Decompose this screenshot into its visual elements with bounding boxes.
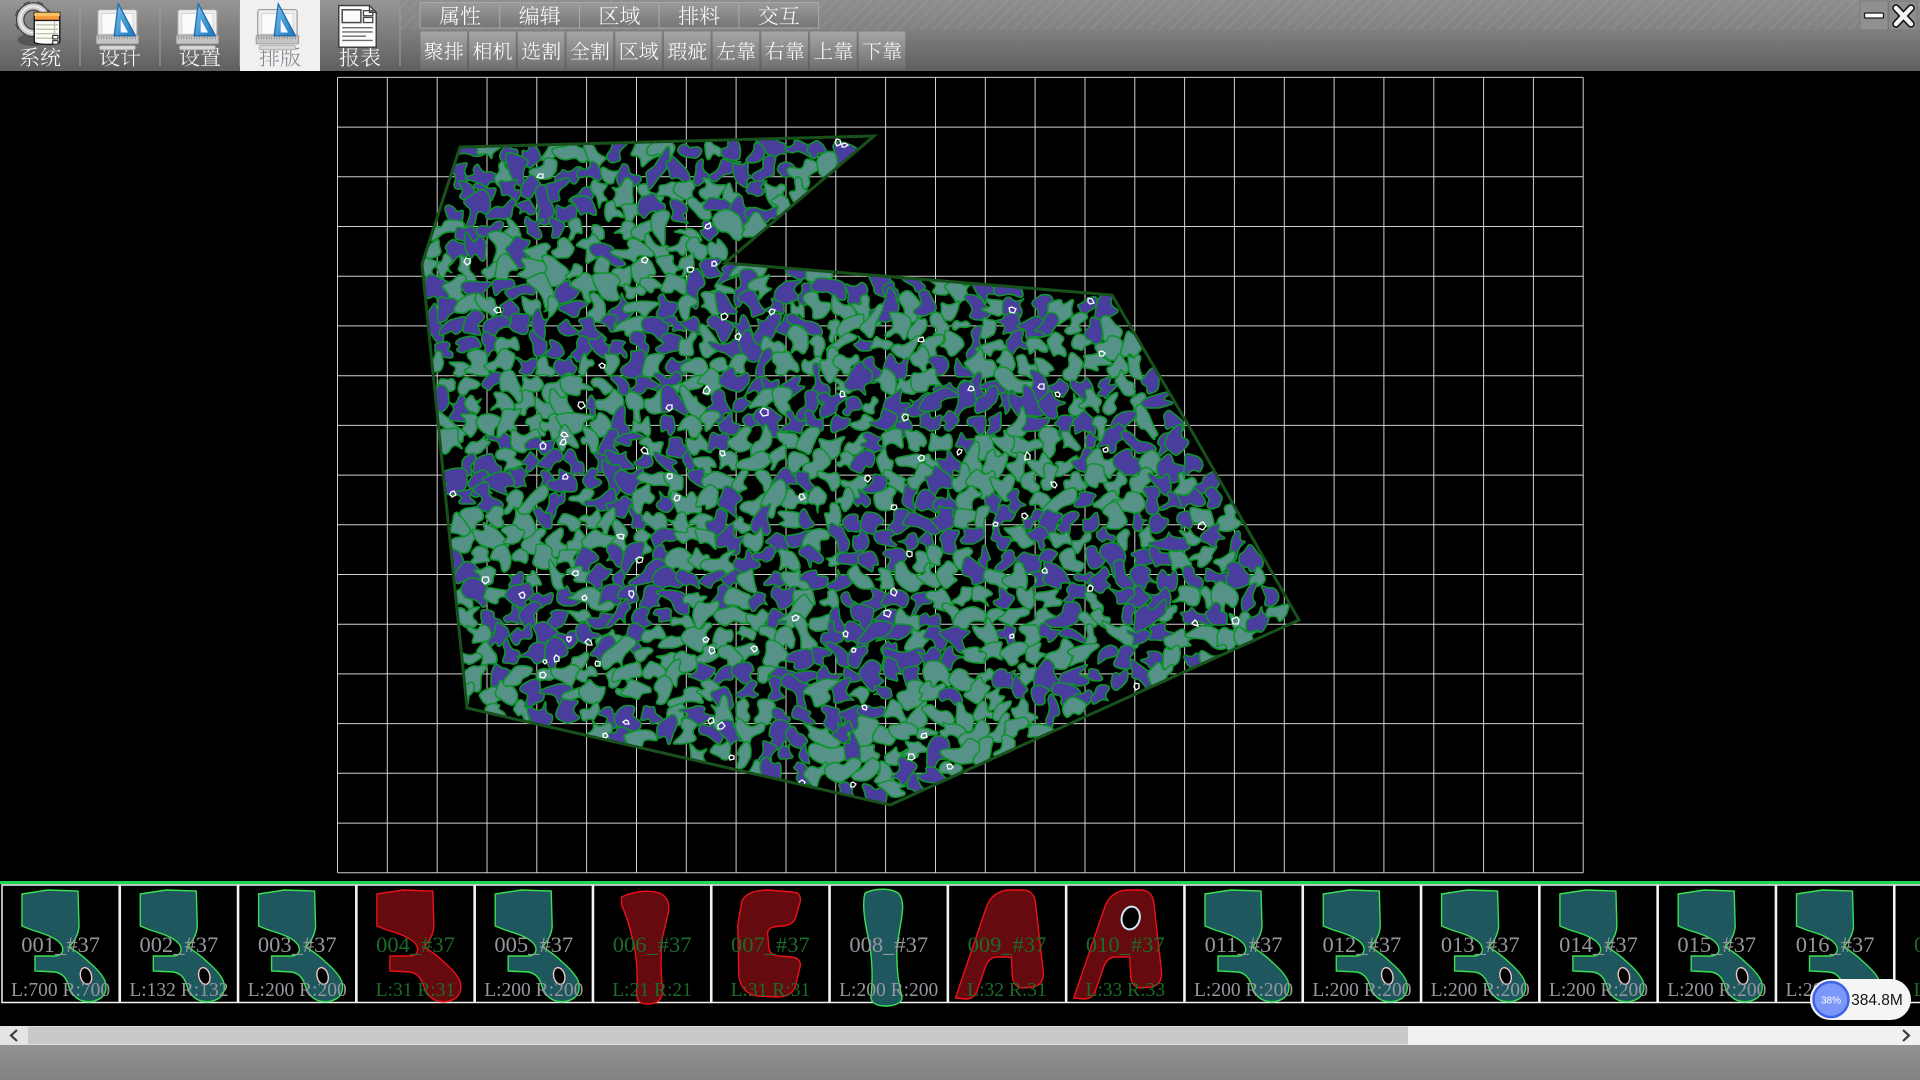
svg-text:384.8M: 384.8M [1851,992,1903,1009]
svg-text:007_#37: 007_#37 [731,932,810,957]
svg-text:011_#37: 011_#37 [1205,932,1283,957]
svg-text:014_#37: 014_#37 [1559,932,1638,957]
svg-text:004_#37: 004_#37 [376,932,455,957]
svg-text:L:32 R:31: L:32 R:31 [967,980,1047,1001]
svg-text:L:200 R:200: L:200 R:200 [1549,980,1648,1001]
svg-text:L:31 R:31: L:31 R:31 [376,980,456,1001]
svg-text:L:700 R:700: L:700 R:700 [11,980,110,1001]
svg-text:L:200 R:200: L:200 R:200 [1194,980,1293,1001]
svg-text:L:200 R:200: L:200 R:200 [1312,980,1411,1001]
svg-text:010_#37: 010_#37 [1086,932,1165,957]
svg-text:002_#37: 002_#37 [140,932,219,957]
svg-text:38%: 38% [1821,996,1841,1007]
svg-text:L:200 R:200: L:200 R:200 [1431,980,1530,1001]
svg-text:L:200 R:200: L:200 R:200 [1667,980,1766,1001]
svg-text:016_#37: 016_#37 [1796,932,1875,957]
svg-text:015_#37: 015_#37 [1677,932,1756,957]
svg-text:L:200 R:200: L:200 R:200 [839,980,938,1001]
svg-text:L:132 R:132: L:132 R:132 [129,980,228,1001]
svg-text:L:200 R:200: L:200 R:200 [484,980,583,1001]
svg-text:008_#37: 008_#37 [849,932,928,957]
svg-text:L:21 R:21: L:21 R:21 [612,980,692,1001]
svg-text:L:33 R:33: L:33 R:33 [1085,980,1165,1001]
svg-text:006_#37: 006_#37 [613,932,692,957]
svg-text:L:200 R:200: L:200 R:200 [248,980,347,1001]
svg-text:001_#37: 001_#37 [21,932,100,957]
svg-text:013_#37: 013_#37 [1441,932,1520,957]
svg-text:005_#37: 005_#37 [494,932,573,957]
svg-text:L:31 R:31: L:31 R:31 [1914,980,1920,1001]
svg-text:017_#37: 017_#37 [1914,932,1920,957]
svg-text:009_#37: 009_#37 [968,932,1047,957]
svg-text:012_#37: 012_#37 [1323,932,1402,957]
svg-text:003_#37: 003_#37 [258,932,337,957]
svg-text:L:31 R:31: L:31 R:31 [731,980,811,1001]
